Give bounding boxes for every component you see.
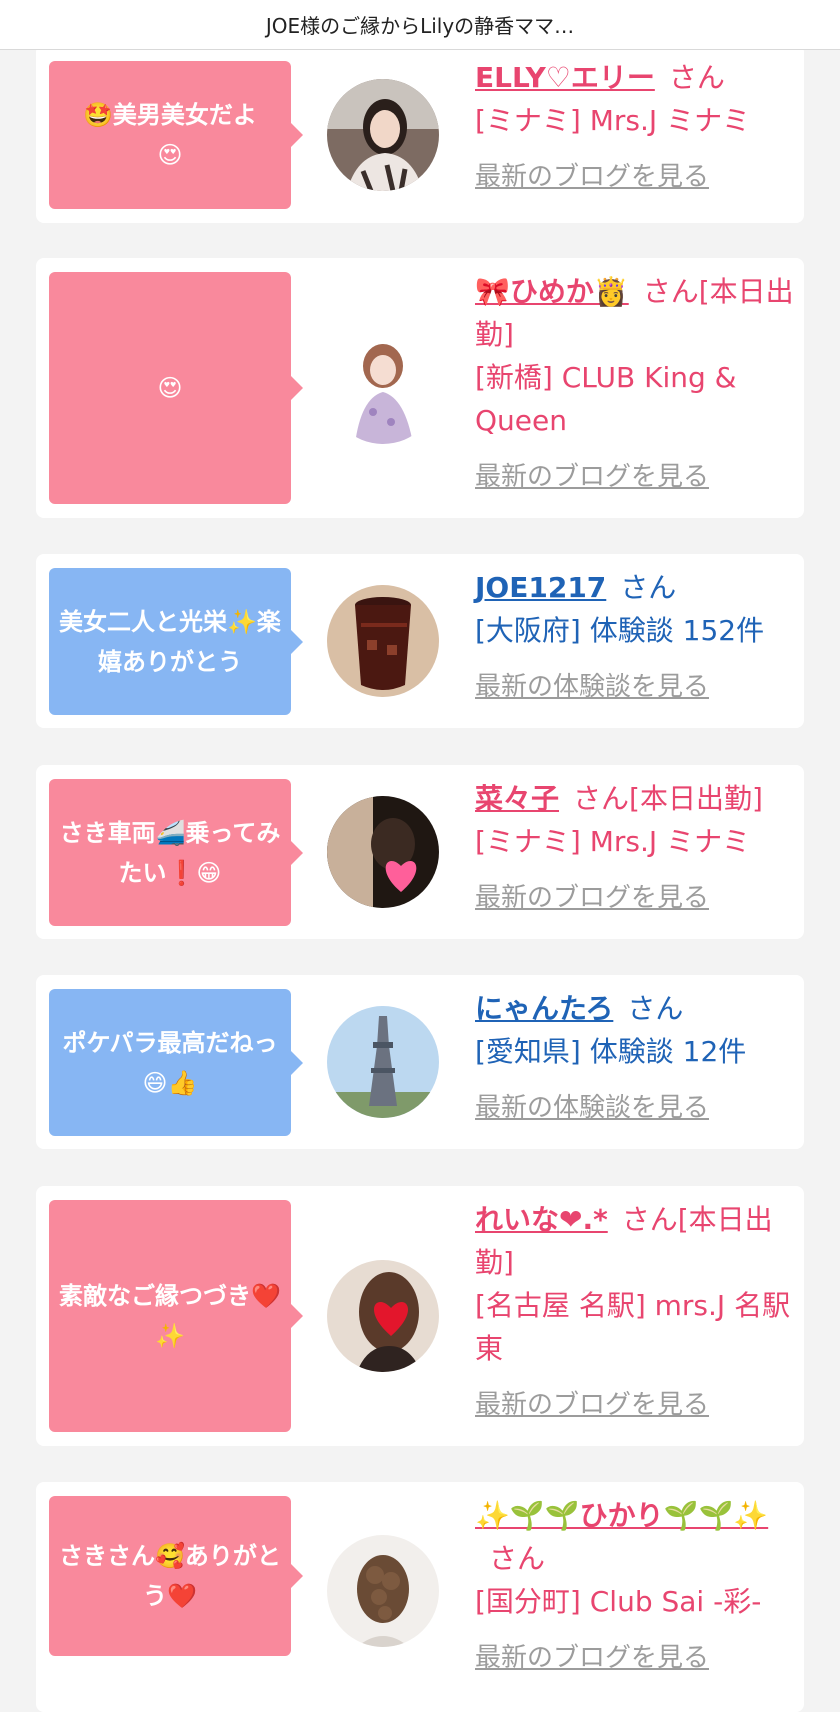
avatar[interactable] [327,1006,439,1118]
shop-detail: [ミナミ] Mrs.J ミナミ [475,825,751,858]
avatar[interactable] [327,1535,439,1647]
honorific: さん [620,571,677,604]
entry-info: 菜々子 さん[本日出勤] [ミナミ] Mrs.J ミナミ 最新のブログを見る [475,777,795,920]
message-bubble: ポケパラ最高だねっ😄👍 [49,989,303,1136]
list-item: 🤩美男美女だよ😍 ELLY♡エリー さん [ミナミ] Mrs.J ミナミ 最新のブ… [36,44,804,223]
heart-face-icon [327,1260,439,1372]
shop-detail: [ミナミ] Mrs.J ミナミ [475,104,751,137]
shop-detail: [名古屋 名駅] mrs.J 名駅東 [475,1289,791,1365]
message-text: さき車両🚄乗ってみたい❗😁 [59,818,281,887]
message-text: 🤩美男美女だよ😍 [83,101,257,169]
name-link[interactable]: 🎀ひめか👸 [475,275,629,308]
message-bubble: 😍 [49,272,303,504]
message-bubble: さきさん🥰ありがとう❤️ [49,1496,303,1656]
list-item: 😍 🎀ひめか👸 さん[本日出勤] [新橋] CLUB King & Queen 最… [36,258,804,518]
message-text: 素敵なご縁つづき❤️✨ [59,1282,281,1350]
entry-info: ✨🌱🌱ひかり🌱🌱✨ さん [国分町] Club Sai -彩- 最新のブログを見る [475,1494,795,1680]
honorific: さん[本日出勤] [573,782,763,815]
name-link[interactable]: にゃんたろ [475,992,613,1025]
review-count: [大阪府] 体験談 152件 [475,614,765,647]
honorific: さん [668,61,725,94]
woman-dress-icon [327,332,439,444]
message-bubble: さき車両🚄乗ってみたい❗😁 [49,779,303,926]
top-bar: JOE様のご縁からLilyの静香ママ… [0,0,840,50]
page-title: JOE様のご縁からLilyの静香ママ… [265,14,575,38]
honorific: さん [489,1542,546,1575]
honorific: さん [627,992,684,1025]
message-bubble: 素敵なご縁つづき❤️✨ [49,1200,303,1432]
entry-info: ELLY♡エリー さん [ミナミ] Mrs.J ミナミ 最新のブログを見る [475,56,795,199]
latest-blog-link[interactable]: 最新のブログを見る [475,877,795,920]
review-count: [愛知県] 体験談 12件 [475,1035,747,1068]
message-text: 美女二人と光栄✨楽嬉ありがとう [59,607,281,676]
tv-tower-icon [327,1006,439,1118]
name-link[interactable]: 菜々子 [475,782,559,815]
avatar[interactable] [327,796,439,908]
list-item: 美女二人と光栄✨楽嬉ありがとう JOE1217 さん [大阪府] 体験談 152件… [36,554,804,728]
message-text: さきさん🥰ありがとう❤️ [59,1542,281,1610]
hair-back-icon [327,1535,439,1647]
latest-review-link[interactable]: 最新の体験談を見る [475,1087,795,1130]
avatar[interactable] [327,585,439,697]
latest-blog-link[interactable]: 最新のブログを見る [475,456,795,499]
name-link[interactable]: JOE1217 [475,571,606,604]
avatar[interactable] [327,1260,439,1372]
name-link[interactable]: ✨🌱🌱ひかり🌱🌱✨ [475,1499,768,1532]
entry-info: にゃんたろ さん [愛知県] 体験談 12件 最新の体験談を見る [475,987,795,1130]
latest-blog-link[interactable]: 最新のブログを見る [475,156,795,199]
avatar[interactable] [327,79,439,191]
list-item: さき車両🚄乗ってみたい❗😁 菜々子 さん[本日出勤] [ミナミ] Mrs.J ミナ… [36,765,804,939]
shop-detail: [新橋] CLUB King & Queen [475,361,737,437]
heart-photo-icon [327,796,439,908]
list-item: ポケパラ最高だねっ😄👍 にゃんたろ さん [愛知県] 体験談 12件 最新の体験談… [36,975,804,1149]
avatar[interactable] [327,332,439,444]
list-item: 素敵なご縁つづき❤️✨ れいな❤.* さん[本日出勤] [名古屋 名駅] mrs.… [36,1186,804,1446]
message-text: ポケパラ最高だねっ😄👍 [62,1028,278,1097]
latest-blog-link[interactable]: 最新のブログを見る [475,1637,795,1680]
drink-glass-icon [327,585,439,697]
entry-info: れいな❤.* さん[本日出勤] [名古屋 名駅] mrs.J 名駅東 最新のブログ… [475,1198,795,1427]
latest-blog-link[interactable]: 最新のブログを見る [475,1384,795,1427]
entry-info: JOE1217 さん [大阪府] 体験談 152件 最新の体験談を見る [475,566,795,709]
name-link[interactable]: れいな❤.* [475,1203,608,1236]
message-bubble: 🤩美男美女だよ😍 [49,61,303,209]
entry-info: 🎀ひめか👸 さん[本日出勤] [新橋] CLUB King & Queen 最新の… [475,270,795,499]
name-link[interactable]: ELLY♡エリー [475,61,655,94]
message-bubble: 美女二人と光栄✨楽嬉ありがとう [49,568,303,715]
shop-detail: [国分町] Club Sai -彩- [475,1585,762,1618]
message-text: 😍 [157,374,183,402]
list-item: さきさん🥰ありがとう❤️ ✨🌱🌱ひかり🌱🌱✨ さん [国分町] Club Sai … [36,1482,804,1712]
woman-portrait-icon [327,79,439,191]
latest-review-link[interactable]: 最新の体験談を見る [475,666,795,709]
